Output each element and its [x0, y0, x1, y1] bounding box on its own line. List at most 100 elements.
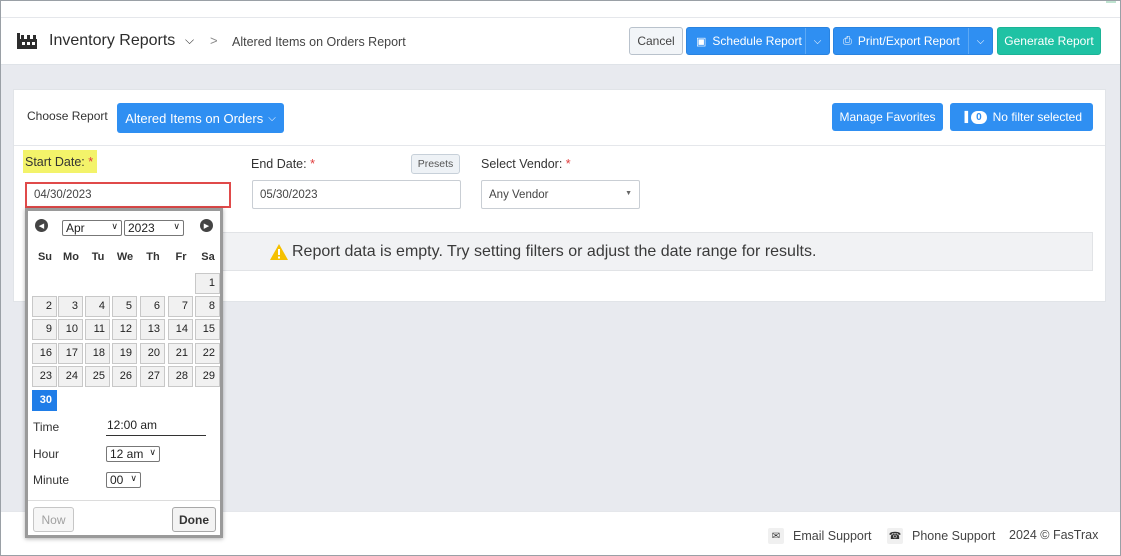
chevron-down-icon: ∨	[111, 221, 118, 231]
filter-label: No filter selected	[992, 110, 1083, 124]
calendar-day[interactable]: 1	[195, 273, 220, 294]
calendar-day[interactable]: 3	[58, 296, 83, 317]
minute-select[interactable]: 00 ∨	[106, 472, 141, 488]
start-date-label: Start Date: *	[23, 150, 98, 173]
print-export-button[interactable]: ⎙ Print/Export Report ⌵	[833, 27, 993, 55]
top-strip	[1, 1, 1120, 18]
calendar-day[interactable]: 28	[168, 366, 193, 387]
calendar-day[interactable]: 26	[112, 366, 137, 387]
calendar-day[interactable]: 12	[112, 319, 137, 340]
calendar-day[interactable]: 5	[112, 296, 137, 317]
weekday-header: Su	[37, 251, 53, 263]
weekday-header: We	[116, 251, 134, 263]
weekday-header: Mo	[63, 251, 79, 263]
weekday-header: Th	[146, 251, 160, 263]
vendor-label: Select Vendor: *	[481, 157, 571, 171]
page-title[interactable]: Inventory Reports	[49, 32, 175, 50]
calendar-day[interactable]: 24	[58, 366, 83, 387]
choose-report-label: Choose Report	[27, 109, 108, 123]
caret-down-icon: ▼	[625, 190, 632, 197]
previous-month-icon[interactable]: ◀	[35, 219, 48, 232]
phone-icon: ☎	[887, 528, 903, 544]
calendar-day[interactable]: 7	[168, 296, 193, 317]
start-date-label-text: Start Date:	[25, 155, 85, 169]
weekday-header: Sa	[201, 251, 215, 263]
hour-select[interactable]: 12 am ∨	[106, 446, 160, 462]
year-select-value: 2023	[128, 221, 155, 235]
month-select[interactable]: Apr ∨	[62, 220, 122, 236]
calendar-day[interactable]: 20	[140, 343, 165, 364]
vendor-select[interactable]: Any Vendor ▼	[481, 180, 640, 209]
calendar-day[interactable]: 11	[85, 319, 110, 340]
calendar-day[interactable]: 21	[168, 343, 193, 364]
chevron-down-icon[interactable]: ⌵	[185, 33, 194, 48]
calendar-icon: ▣	[696, 35, 707, 48]
calendar-day[interactable]: 9	[32, 319, 57, 340]
page-header: Inventory Reports ⌵ > Altered Items on O…	[1, 18, 1120, 65]
now-button[interactable]: Now	[33, 507, 74, 532]
calendar-day[interactable]: 8	[195, 296, 220, 317]
weekday-header: Tu	[91, 251, 105, 263]
email-support-label: Email Support	[793, 529, 872, 543]
calendar-day[interactable]: 15	[195, 319, 220, 340]
calendar-day[interactable]: 18	[85, 343, 110, 364]
calendar-day[interactable]: 6	[140, 296, 165, 317]
calendar-day[interactable]: 2	[32, 296, 57, 317]
year-select[interactable]: 2023 ∨	[124, 220, 184, 236]
time-display: 12:00 am	[106, 418, 206, 436]
chevron-down-icon: ⌵	[813, 35, 822, 47]
hour-select-value: 12 am	[110, 447, 144, 461]
top-strip-accent	[1106, 1, 1116, 3]
required-mark: *	[565, 157, 571, 171]
report-select-dropdown[interactable]: Altered Items on Orders ⌵	[117, 103, 284, 133]
minute-label: Minute	[33, 473, 70, 487]
filter-button[interactable]: ▐ 0 No filter selected	[950, 103, 1093, 131]
calendar-day[interactable]: 14	[168, 319, 193, 340]
done-button[interactable]: Done	[172, 507, 216, 532]
phone-support-label: Phone Support	[912, 529, 996, 543]
report-select-value: Altered Items on Orders	[125, 110, 264, 126]
divider	[28, 500, 220, 501]
breadcrumb-separator: >	[210, 33, 218, 48]
required-mark: *	[310, 157, 315, 171]
filter-count-badge: 0	[971, 110, 987, 124]
generate-report-button[interactable]: Generate Report	[997, 27, 1101, 55]
presets-button[interactable]: Presets	[411, 154, 460, 174]
phone-support-link[interactable]: ☎ Phone Support	[887, 528, 995, 544]
calendar-day[interactable]: 10	[58, 319, 83, 340]
chevron-down-icon: ∨	[149, 447, 156, 457]
warning-icon	[270, 243, 288, 260]
calendar-day[interactable]: 19	[112, 343, 137, 364]
printer-icon: ⎙	[843, 34, 852, 47]
schedule-dropdown-toggle[interactable]: ⌵	[805, 28, 829, 54]
weekday-header: Fr	[175, 251, 187, 263]
date-picker-popup: ◀ Apr ∨ 2023 ∨ ▶ Su Mo Tu We Th Fr Sa 1 2 3 4 5 6 7 8 9 10…	[25, 208, 223, 538]
next-month-icon[interactable]: ▶	[200, 219, 213, 232]
email-support-link[interactable]: ✉ Email Support	[768, 528, 872, 544]
calendar-day[interactable]: 25	[85, 366, 110, 387]
calendar-day[interactable]: 22	[195, 343, 220, 364]
required-mark: *	[88, 155, 94, 169]
calendar-day[interactable]: 17	[58, 343, 83, 364]
filter-icon: ▐	[960, 111, 969, 123]
start-date-input[interactable]: 04/30/2023	[25, 182, 231, 208]
calendar-day-selected[interactable]: 30	[32, 390, 57, 411]
minute-select-value: 00	[110, 473, 124, 487]
calendar-day[interactable]: 13	[140, 319, 165, 340]
calendar-day[interactable]: 16	[32, 343, 57, 364]
end-date-input[interactable]: 05/30/2023	[252, 180, 461, 209]
end-date-label: End Date: *	[251, 157, 315, 171]
calendar-day[interactable]: 27	[140, 366, 165, 387]
empty-report-alert: Report data is empty. Try setting filter…	[220, 232, 1093, 271]
factory-icon	[17, 33, 37, 49]
cancel-button[interactable]: Cancel	[629, 27, 683, 55]
vendor-label-text: Select Vendor:	[481, 157, 563, 171]
print-dropdown-toggle[interactable]: ⌵	[968, 28, 992, 54]
calendar-day[interactable]: 4	[85, 296, 110, 317]
manage-favorites-button[interactable]: Manage Favorites	[832, 103, 943, 131]
schedule-report-button[interactable]: ▣ Schedule Report ⌵	[686, 27, 830, 55]
calendar-day[interactable]: 23	[32, 366, 57, 387]
alert-message: Report data is empty. Try setting filter…	[292, 242, 817, 260]
envelope-icon: ✉	[768, 528, 784, 544]
calendar-day[interactable]: 29	[195, 366, 220, 387]
